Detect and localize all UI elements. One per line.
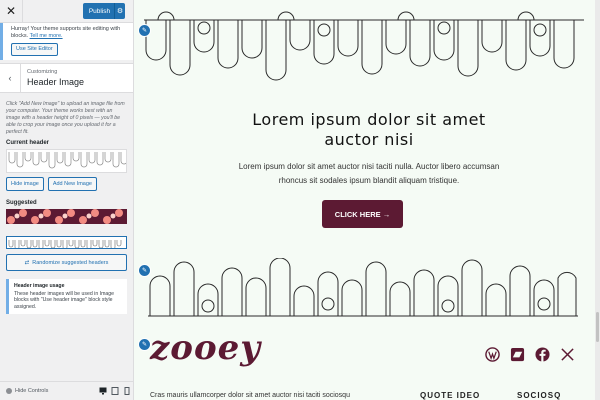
edit-pattern-pencil-icon[interactable]: ✎ bbox=[138, 264, 151, 277]
site-preview: ✎ Lorem ipsum dolor sit amet auctor nisi… bbox=[134, 0, 600, 400]
footer-heading-2: SOCIOSQ bbox=[517, 391, 562, 400]
current-header-thumbnail bbox=[6, 149, 127, 173]
edit-header-pencil-icon[interactable]: ✎ bbox=[138, 24, 151, 37]
randomize-label: Randomize suggested headers bbox=[32, 259, 109, 266]
hero-heading: Lorem ipsum dolor sit amet auctor nisi bbox=[224, 110, 514, 150]
publish-label: Publish bbox=[88, 7, 111, 15]
customizer-topbar: ✕ Publish ⚙ bbox=[0, 0, 133, 23]
hide-controls-button[interactable]: Hide Controls bbox=[0, 388, 97, 394]
suggested-header-2[interactable] bbox=[6, 227, 127, 233]
desktop-icon[interactable] bbox=[97, 387, 109, 395]
header-image-panel: Click "Add New Image" to upload an image… bbox=[0, 93, 133, 315]
back-button[interactable]: ‹ bbox=[0, 64, 21, 92]
hide-image-button[interactable]: Hide image bbox=[6, 177, 44, 191]
hero-heading-line-2: auctor nisi bbox=[324, 130, 414, 149]
site-logo[interactable]: zooey bbox=[150, 328, 261, 368]
close-customizer-button[interactable]: ✕ bbox=[0, 0, 23, 22]
tell-me-more-link[interactable]: Tell me more. bbox=[30, 33, 63, 39]
add-new-image-button[interactable]: Add New Image bbox=[47, 177, 97, 191]
customizer-sidebar: ✕ Publish ⚙ Hurray! Your theme supports … bbox=[0, 0, 134, 400]
scrollbar-thumb[interactable] bbox=[596, 312, 599, 342]
section-subtitle: Customizing bbox=[27, 69, 58, 75]
header-usage-info: Header image usage These header images w… bbox=[6, 279, 127, 315]
suggested-label: Suggested bbox=[6, 200, 37, 206]
chevron-left-icon: ‹ bbox=[8, 73, 12, 83]
section-title: Header Image bbox=[27, 77, 85, 87]
usage-text: These header images will be used in Imag… bbox=[14, 290, 115, 310]
customizer-footer: Hide Controls bbox=[0, 381, 133, 400]
notice-text: Hurray! Your theme supports site editing… bbox=[11, 26, 121, 39]
suggested-header-1[interactable] bbox=[6, 209, 127, 224]
tablet-icon[interactable] bbox=[109, 387, 121, 395]
current-header-label: Current header bbox=[6, 140, 50, 146]
shuffle-icon: ⇄ bbox=[24, 259, 30, 266]
x-icon[interactable] bbox=[559, 346, 575, 362]
header-pattern-middle bbox=[148, 258, 578, 317]
site-editor-notice: Hurray! Your theme supports site editing… bbox=[0, 23, 133, 60]
randomize-headers-button[interactable]: ⇄ Randomize suggested headers bbox=[6, 254, 127, 271]
publish-button[interactable]: Publish ⚙ bbox=[83, 3, 125, 19]
usage-title: Header image usage bbox=[14, 283, 65, 289]
suggested-header-3-selected[interactable] bbox=[6, 236, 127, 249]
footer-text: Cras mauris ullamcorper dolor sit amet a… bbox=[150, 392, 350, 399]
collapse-icon bbox=[6, 388, 12, 394]
hero-description: Lorem ipsum dolor sit amet auctor nisi t… bbox=[238, 162, 500, 185]
section-header: ‹ Customizing Header Image bbox=[0, 63, 133, 93]
footer-heading-1: QUOTE IDEO bbox=[420, 391, 481, 400]
hero-heading-line-1: Lorem ipsum dolor sit amet bbox=[252, 110, 486, 129]
preview-scrollbar[interactable] bbox=[595, 0, 600, 400]
close-icon: ✕ bbox=[5, 4, 17, 18]
click-here-button[interactable]: CLICK HERE → bbox=[322, 200, 403, 228]
hide-controls-label: Hide Controls bbox=[15, 388, 49, 394]
social-links bbox=[484, 346, 575, 362]
wordpress-icon[interactable] bbox=[484, 346, 500, 362]
mobile-icon[interactable] bbox=[121, 387, 133, 395]
facebook-icon[interactable] bbox=[534, 346, 550, 362]
help-text: Click "Add New Image" to upload an image… bbox=[6, 101, 125, 135]
bandcamp-icon[interactable] bbox=[509, 346, 525, 362]
header-pattern-top bbox=[144, 11, 584, 81]
use-site-editor-button[interactable]: Use Site Editor bbox=[11, 43, 58, 56]
gear-icon[interactable]: ⚙ bbox=[114, 3, 125, 19]
